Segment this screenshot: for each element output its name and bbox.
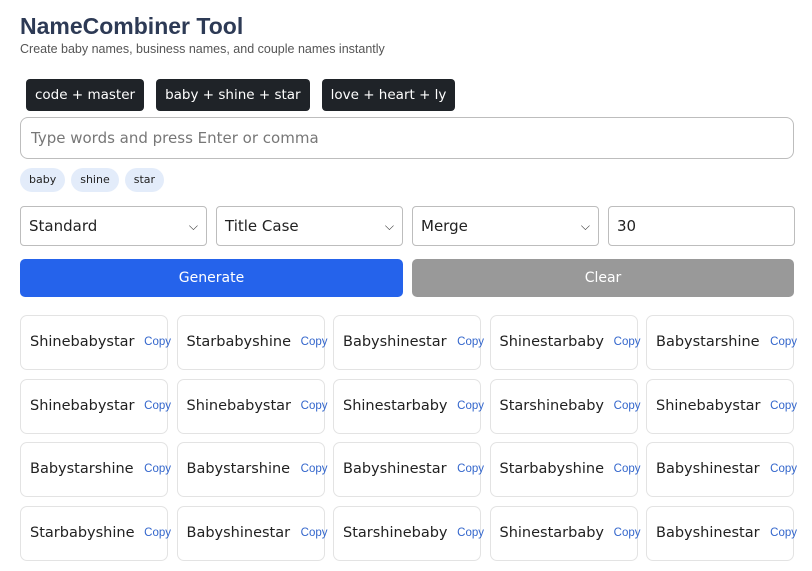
- options-row: Standard ⌵ Title Case ⌵ Merge ⌵: [20, 206, 795, 246]
- result-card: Shinebabystar Copy: [646, 378, 797, 434]
- word-tag[interactable]: baby: [20, 168, 66, 192]
- count-input[interactable]: [608, 206, 795, 246]
- mode-select[interactable]: Standard ⌵: [20, 206, 207, 246]
- copy-button[interactable]: Copy: [301, 400, 328, 412]
- result-name: Babyshinestar: [343, 461, 447, 477]
- result-card: Babyshinestar Copy: [333, 442, 484, 497]
- method-select-value: Merge: [421, 217, 468, 235]
- result-card: Shinebabystar Copy: [176, 378, 328, 434]
- preset-button-code-master[interactable]: code + master: [26, 79, 145, 111]
- result-card: Starshinebaby Copy: [489, 378, 641, 434]
- word-tag[interactable]: star: [124, 168, 165, 192]
- result-name: Shinestarbaby: [343, 397, 448, 414]
- copy-button[interactable]: Copy: [144, 463, 171, 475]
- case-select-value: Title Case: [225, 217, 299, 235]
- copy-button[interactable]: Copy: [301, 463, 328, 475]
- result-card: Babystarshine Copy: [176, 442, 328, 497]
- copy-button[interactable]: Copy: [301, 336, 328, 348]
- copy-button[interactable]: Copy: [614, 527, 641, 539]
- copy-button[interactable]: Copy: [144, 336, 171, 348]
- page-subtitle: Create baby names, business names, and c…: [20, 42, 385, 56]
- result-name: Babystarshine: [656, 334, 760, 350]
- result-name: Babyshinestar: [186, 524, 291, 541]
- result-card: Babyshinestar Copy: [176, 505, 328, 561]
- copy-button[interactable]: Copy: [457, 527, 484, 539]
- result-name: Shinestarbaby: [499, 524, 605, 541]
- copy-button[interactable]: Copy: [457, 336, 484, 348]
- result-name: Shinebabystar: [656, 397, 761, 414]
- copy-button[interactable]: Copy: [457, 463, 484, 475]
- copy-button[interactable]: Copy: [144, 527, 171, 539]
- result-card: Babyshinestar Copy: [646, 442, 797, 497]
- result-name: Babystarshine: [186, 461, 291, 477]
- result-card: Babystarshine Copy: [20, 442, 171, 497]
- copy-button[interactable]: Copy: [457, 400, 484, 412]
- result-name: Shinestarbaby: [499, 334, 605, 350]
- result-name: Shinebabystar: [30, 397, 135, 414]
- result-card: Starshinebaby Copy: [333, 505, 484, 561]
- result-card: Babystarshine Copy: [646, 315, 797, 370]
- case-select[interactable]: Title Case ⌵: [216, 206, 403, 246]
- chevron-down-icon: ⌵: [580, 218, 590, 233]
- result-card: Starbabyshine Copy: [176, 315, 328, 370]
- preset-button-love-heart-ly[interactable]: love + heart + ly: [321, 79, 456, 111]
- result-card: Starbabyshine Copy: [20, 505, 171, 561]
- result-name: Starbabyshine: [499, 461, 605, 477]
- preset-button-baby-shine-star[interactable]: baby + shine + star: [156, 79, 310, 111]
- copy-button[interactable]: Copy: [770, 463, 797, 475]
- method-select[interactable]: Merge ⌵: [412, 206, 599, 246]
- result-name: Shinebabystar: [186, 397, 292, 414]
- copy-button[interactable]: Copy: [614, 336, 641, 348]
- mode-select-value: Standard: [29, 217, 98, 235]
- result-name: Starshinebaby: [343, 524, 448, 541]
- result-name: Starbabyshine: [186, 334, 292, 350]
- word-tag[interactable]: shine: [71, 168, 119, 192]
- copy-button[interactable]: Copy: [614, 400, 641, 412]
- result-card: Starbabyshine Copy: [489, 442, 641, 497]
- result-name: Babyshinestar: [656, 524, 760, 541]
- word-input[interactable]: [20, 117, 794, 159]
- word-tags: baby shine star: [20, 168, 165, 192]
- result-card: Shinestarbaby Copy: [489, 505, 641, 561]
- result-card: Shinestarbaby Copy: [489, 315, 641, 370]
- result-name: Starshinebaby: [499, 397, 605, 414]
- result-card: Babyshinestar Copy: [646, 505, 797, 561]
- generate-button[interactable]: Generate: [20, 259, 403, 297]
- result-card: Shinestarbaby Copy: [333, 378, 484, 434]
- preset-buttons: code + master baby + shine + star love +…: [26, 79, 467, 111]
- copy-button[interactable]: Copy: [770, 527, 797, 539]
- result-name: Babyshinestar: [343, 334, 447, 350]
- page-title: NameCombiner Tool: [20, 13, 244, 39]
- result-name: Starbabyshine: [30, 524, 135, 541]
- result-card: Babyshinestar Copy: [333, 315, 484, 370]
- chevron-down-icon: ⌵: [384, 218, 394, 233]
- copy-button[interactable]: Copy: [301, 527, 328, 539]
- result-name: Babyshinestar: [656, 461, 760, 477]
- result-name: Babystarshine: [30, 461, 134, 477]
- result-card: Shinebabystar Copy: [20, 378, 171, 434]
- result-card: Shinebabystar Copy: [20, 315, 171, 370]
- copy-button[interactable]: Copy: [770, 400, 797, 412]
- chevron-down-icon: ⌵: [188, 218, 198, 233]
- copy-button[interactable]: Copy: [144, 400, 171, 412]
- copy-button[interactable]: Copy: [614, 463, 641, 475]
- result-name: Shinebabystar: [30, 334, 135, 350]
- copy-button[interactable]: Copy: [770, 336, 797, 348]
- clear-button[interactable]: Clear: [412, 259, 794, 297]
